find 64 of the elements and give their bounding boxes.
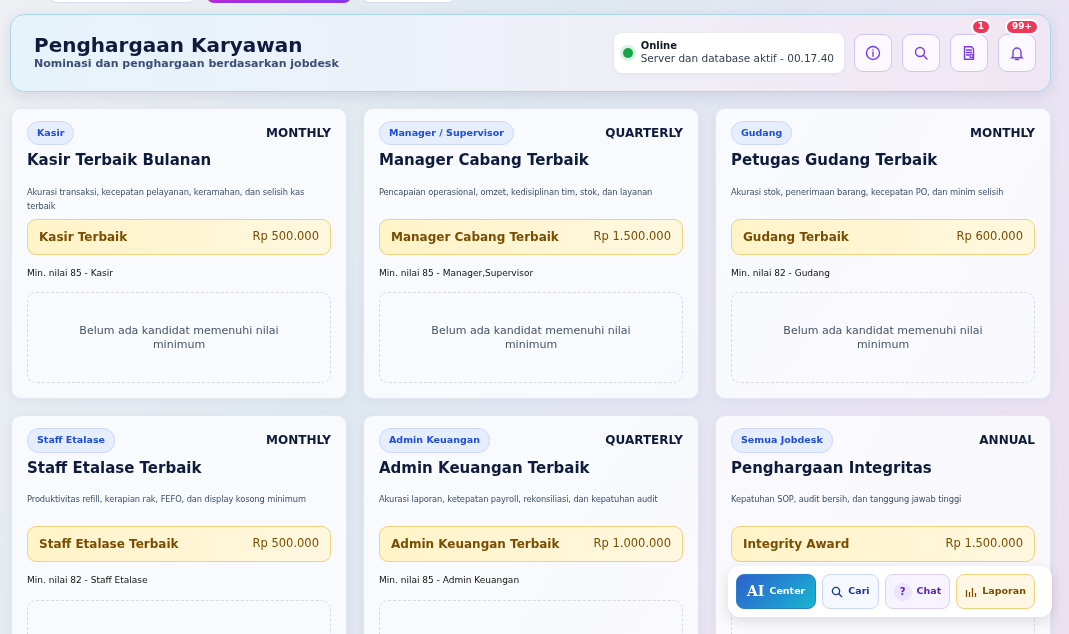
period-label: ANNUAL [979, 432, 1035, 450]
notifications-button[interactable] [998, 34, 1036, 72]
jobdesk-tag: Staff Etalase [27, 428, 115, 453]
notification-badge: 99+ [1004, 19, 1039, 35]
jobdesk-tag: Admin Keuangan [379, 428, 490, 453]
award-description: Produktivitas refill, kerapian rak, FEFO, dan display kosong minimum [27, 494, 306, 504]
prize-amount: Rp 1.500.000 [945, 535, 1023, 553]
prize-name: Manager Cabang Terbaik [391, 228, 559, 246]
empty-state-text: Belum ada kandidat memenuhi nilai minimum [430, 324, 632, 352]
award-title: Staff Etalase Terbaik [27, 457, 203, 479]
prize-amount: Rp 1.000.000 [593, 535, 671, 553]
award-description: Akurasi transaksi, kecepatan pelayanan, keramahan, dan selisih kas terbaik [27, 186, 305, 211]
prize-amount: Rp 500.000 [252, 535, 319, 553]
prize-name: Admin Keuangan Terbaik [391, 536, 560, 553]
award-title: Admin Keuangan Terbaik [379, 457, 591, 479]
requirement-text: Min. nilai 82 - Gudang [731, 267, 831, 278]
page-title: Penghargaan Karyawan [34, 33, 304, 56]
search-icon [913, 45, 929, 61]
ai-center-button[interactable]: AI Center [736, 574, 817, 609]
award-description: Kepatuhan SOP, audit bersih, dan tanggung jawab tinggi [731, 494, 962, 504]
info-button[interactable] [854, 34, 892, 72]
jobdesk-tag: Semua Jobdesk [731, 428, 833, 453]
prize-amount: Rp 600.000 [956, 228, 1023, 246]
jobdesk-tag: Gudang [731, 121, 793, 146]
page-subtitle: Nominasi dan penghargaan berdasarkan jobdesk [34, 56, 339, 72]
search-icon [831, 585, 844, 598]
period-label: MONTHLY [266, 432, 331, 450]
info-icon [865, 45, 881, 61]
award-description: Akurasi laporan, ketepatan payroll, rekonsiliasi, dan kepatuhan audit [379, 494, 658, 504]
award-title: Petugas Gudang Terbaik [731, 150, 939, 172]
prize-name: Gudang Terbaik [743, 228, 849, 246]
prize-name: Staff Etalase Terbaik [39, 536, 179, 553]
status-label: Online [640, 40, 679, 53]
requirement-text: Min. nilai 82 - Staff Etalase [27, 575, 148, 585]
notification-badge: 1 [970, 19, 991, 35]
jobdesk-tag: Kasir [27, 121, 75, 146]
report-button[interactable]: Laporan [956, 574, 1035, 609]
award-title: Manager Cabang Terbaik [379, 150, 590, 172]
requirement-text: Min. nilai 85 - Manager,Supervisor [379, 267, 534, 278]
period-label: MONTHLY [266, 125, 331, 143]
period-label: QUARTERLY [605, 432, 683, 450]
requirement-text: Min. nilai 85 - Kasir [27, 267, 113, 278]
search-button[interactable] [902, 34, 940, 72]
empty-state-text: Belum ada kandidat memenuhi nilai minimum [782, 324, 984, 352]
document-icon [961, 45, 977, 61]
bell-icon [1009, 45, 1025, 61]
award-description: Akurasi stok, penerimaan barang, kecepatan PO, dan minim selisih [731, 186, 1004, 197]
prize-amount: Rp 500.000 [252, 228, 319, 246]
empty-state-text: Belum ada kandidat memenuhi nilai minimum [78, 324, 280, 352]
prize-name: Integrity Award [743, 536, 850, 553]
status-detail: Server dan database aktif - 00.17.40 [640, 52, 834, 66]
requirement-text: Min. nilai 85 - Admin Keuangan [379, 575, 520, 585]
award-title: Penghargaan Integritas [731, 457, 933, 479]
period-label: MONTHLY [970, 125, 1035, 143]
jobdesk-tag: Manager / Supervisor [379, 121, 514, 146]
prize-amount: Rp 1.500.000 [593, 228, 671, 246]
prize-name: Kasir Terbaik [39, 228, 128, 246]
bar-chart-icon [965, 585, 978, 598]
search-button[interactable]: Cari [822, 574, 879, 609]
period-label: QUARTERLY [605, 125, 683, 143]
award-title: Kasir Terbaik Bulanan [27, 150, 213, 172]
document-button[interactable] [950, 34, 988, 72]
award-description: Pencapaian operasional, omzet, kedisiplinan tim, stok, dan layanan [379, 186, 653, 197]
chat-button[interactable]: ? Chat [884, 574, 951, 609]
